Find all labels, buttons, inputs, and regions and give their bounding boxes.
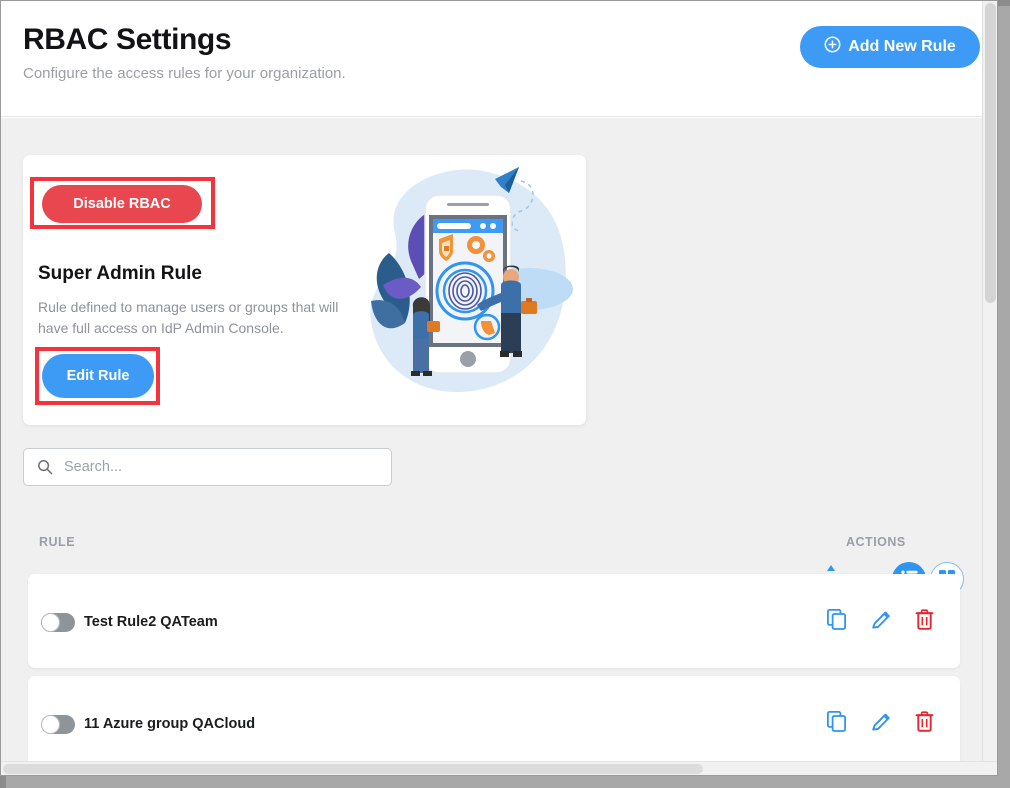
copy-icon [827,720,847,735]
page-header: RBAC Settings Configure the access rules… [1,1,983,117]
content-area: Disable RBAC Super Admin Rule Rule defin… [1,118,983,763]
security-illustration [343,161,586,411]
copy-rule-button[interactable] [827,711,847,732]
rule-name: 11 Azure group QACloud [84,716,255,732]
rule-enable-toggle[interactable] [41,613,75,632]
trash-icon [915,720,934,735]
edit-rule-button[interactable]: Edit Rule [42,354,154,398]
vertical-scrollbar-thumb[interactable] [985,3,996,303]
row-actions [827,711,934,732]
table-row: 11 Azure group QACloud [28,676,960,770]
toggle-knob [41,715,60,734]
column-header-actions: ACTIONS [846,535,906,549]
card-rule-description: Rule defined to manage users or groups t… [38,297,368,339]
disable-rbac-button[interactable]: Disable RBAC [42,185,202,223]
page-subtitle: Configure the access rules for your orga… [23,65,346,82]
vertical-scrollbar[interactable] [982,1,997,763]
window-shadow-right [998,6,1010,788]
edit-rule-row-button[interactable] [871,609,891,630]
pencil-icon [871,618,891,633]
card-rule-title: Super Admin Rule [38,263,202,285]
page-title: RBAC Settings [23,23,231,57]
add-new-rule-button[interactable]: Add New Rule [800,26,980,68]
rule-enable-toggle[interactable] [41,715,75,734]
horizontal-scrollbar-thumb[interactable] [3,764,703,774]
search-box [23,448,392,486]
copy-icon [827,618,847,633]
search-icon [37,459,53,480]
horizontal-scrollbar[interactable] [1,761,998,775]
plus-circle-icon [824,36,841,58]
table-row: Test Rule2 QATeam [28,574,960,668]
add-new-rule-label: Add New Rule [848,38,956,56]
window-shadow-bottom [6,776,1010,788]
search-input[interactable] [23,448,392,486]
application-window: RBAC Settings Configure the access rules… [0,0,998,776]
toggle-knob [41,613,60,632]
delete-rule-button[interactable] [915,609,934,630]
edit-rule-row-button[interactable] [871,711,891,732]
super-admin-rule-card: Disable RBAC Super Admin Rule Rule defin… [23,155,586,425]
trash-icon [915,618,934,633]
row-actions [827,609,934,630]
column-header-rule: RULE [39,535,75,549]
copy-rule-button[interactable] [827,609,847,630]
rule-name: Test Rule2 QATeam [84,614,218,630]
table-header: RULE ACTIONS [1,535,983,565]
pencil-icon [871,720,891,735]
delete-rule-button[interactable] [915,711,934,732]
